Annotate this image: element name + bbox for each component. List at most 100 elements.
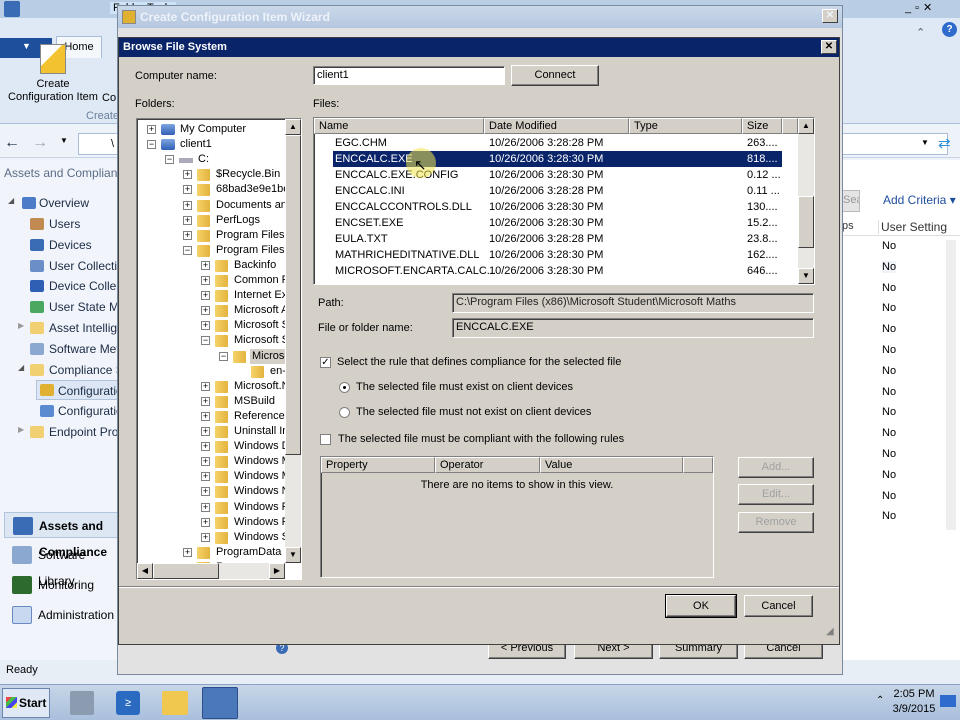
scroll-up-button[interactable]: ▲ [798, 118, 814, 134]
expand-icon[interactable]: + [201, 457, 210, 467]
folder-tree-node[interactable]: + Windows Sid [137, 530, 298, 545]
scroll-left-button[interactable]: ◀ [137, 563, 153, 579]
create-configuration-item-button[interactable]: Create Configuration Item [4, 44, 102, 104]
rule-checkbox-label[interactable]: Select the rule that defines compliance … [337, 356, 621, 368]
expand-icon[interactable]: + [183, 200, 192, 210]
scroll-up-button[interactable]: ▲ [285, 119, 301, 135]
collapse-icon[interactable]: − [147, 140, 156, 150]
folder-tree-node[interactable]: − Program Files (x8 [137, 243, 301, 258]
ribbon-partial-button[interactable]: Co [102, 92, 116, 104]
file-row[interactable]: ENCCALC.EXE.CONFIG 10/26/2006 3:28:30 PM… [333, 167, 782, 183]
scroll-down-button[interactable]: ▼ [285, 547, 301, 563]
file-row[interactable]: MICROSOFT.ENCARTA.CALC... 10/26/2006 3:2… [333, 263, 782, 279]
expand-icon[interactable]: + [201, 276, 210, 285]
folder-tree-node[interactable]: + Windows Ph [137, 500, 295, 515]
tree-item-devices[interactable]: Devices [49, 238, 92, 252]
connect-button[interactable]: Connect [511, 65, 599, 86]
folder-tree-node[interactable]: + My Computer [137, 122, 285, 137]
collapsed-arrow-icon[interactable]: ▶ [18, 321, 24, 330]
tree-item-configuration-items[interactable]: Configuration Items [58, 384, 118, 398]
collapse-ribbon-icon[interactable]: ⌃ [916, 26, 925, 39]
dialog-close-button[interactable]: ✕ [821, 40, 837, 54]
compliant-rules-checkbox[interactable] [320, 434, 331, 445]
window-controls[interactable]: _▫✕ [905, 1, 960, 14]
expand-icon[interactable]: + [201, 532, 210, 542]
column-header-value[interactable]: Value [540, 457, 683, 473]
clock-time[interactable]: 2:05 PM [892, 688, 936, 700]
edit-button[interactable]: Edit... [738, 484, 814, 505]
tree-item-software-metering[interactable]: Software Metering [49, 342, 118, 356]
history-dropdown-icon[interactable]: ▼ [60, 136, 68, 145]
folder-tree-node[interactable]: + Reference A [137, 409, 295, 424]
folder-tree-node[interactable]: − Microsoft [137, 348, 299, 364]
cancel-button[interactable]: Cancel [744, 595, 813, 617]
column-header-size[interactable]: Size [742, 118, 782, 134]
expanded-arrow-icon[interactable]: ◢ [18, 363, 24, 372]
collapse-icon[interactable]: − [183, 245, 192, 255]
server-manager-icon[interactable] [70, 691, 94, 715]
radio-must-not-exist[interactable] [339, 407, 350, 418]
expand-icon[interactable]: + [201, 487, 210, 497]
radio-must-exist-label[interactable]: The selected file must exist on client d… [356, 381, 573, 393]
tree-item-users[interactable]: Users [49, 217, 80, 231]
add-criteria-button[interactable]: Add Criteria ▾ [883, 193, 956, 207]
expand-icon[interactable]: + [201, 306, 210, 316]
tree-item-device-collections[interactable]: Device Collections [49, 279, 118, 293]
folder-tree-node[interactable]: + ProgramData [137, 545, 285, 560]
remove-button[interactable]: Remove [738, 512, 814, 533]
workspace-monitoring[interactable]: Monitoring [4, 572, 118, 598]
expand-icon[interactable]: + [183, 185, 192, 195]
folder-tree-node[interactable]: + Documents and [137, 198, 293, 213]
expand-icon[interactable]: + [201, 442, 210, 452]
workspace-administration[interactable]: Administration [4, 602, 118, 628]
folder-tree-node[interactable]: − C: [137, 152, 285, 167]
scroll-thumb[interactable] [798, 196, 814, 248]
expand-icon[interactable]: + [183, 170, 192, 180]
expanded-arrow-icon[interactable]: ◢ [8, 196, 14, 205]
folder-tree-node[interactable]: − client1 [137, 137, 285, 152]
show-hidden-icons[interactable]: ⌃ [876, 695, 884, 706]
folder-tree[interactable]: + My Computer − client1− C: + $Recycle.Bin +68b… [136, 118, 302, 580]
scroll-thumb[interactable] [153, 563, 219, 579]
tree-horizontal-scrollbar[interactable]: ◀ ▶ [137, 563, 285, 579]
folder-tree-node[interactable]: + Windows Me [137, 469, 297, 484]
folder-tree-node[interactable]: en-G [137, 364, 294, 379]
folder-tree-node[interactable]: + Microsoft.NE [137, 379, 297, 394]
back-arrow-icon[interactable]: ← [4, 134, 28, 154]
file-row[interactable]: ENCCALC.EXE 10/26/2006 3:28:30 PM 818...… [332, 150, 783, 168]
workspace-software-library[interactable]: Software Library [4, 542, 118, 588]
tree-item-user-collections[interactable]: User Collections [49, 259, 118, 273]
radio-must-exist[interactable] [339, 382, 350, 393]
clock-date[interactable]: 3/9/2015 [892, 703, 936, 715]
scroll-right-button[interactable]: ▶ [269, 563, 285, 579]
column-header-name[interactable]: Name [314, 118, 484, 134]
folder-tree-node[interactable]: + Uninstall Info [137, 424, 298, 439]
files-vertical-scrollbar[interactable]: ▲ ▼ [798, 118, 814, 284]
powershell-icon[interactable]: ≥ [116, 691, 140, 715]
rule-checkbox[interactable]: ✓ [320, 357, 331, 368]
column-header-user-setting[interactable]: User Setting [878, 220, 947, 234]
ok-button[interactable]: OK [665, 594, 737, 618]
workspace-assets-and-compliance[interactable]: Assets and Compliance [4, 512, 118, 559]
explorer-icon[interactable] [162, 691, 188, 715]
expand-icon[interactable]: + [183, 547, 192, 557]
expand-icon[interactable]: + [201, 260, 210, 270]
file-row[interactable]: EULA.TXT 10/26/2006 3:28:28 PM 23.8... [333, 231, 782, 247]
show-desktop-icon[interactable] [940, 695, 956, 707]
folder-tree-node[interactable]: + Microsoft App [137, 303, 301, 318]
results-scrollbar[interactable] [946, 240, 956, 530]
computer-name-input[interactable]: client1 [313, 66, 505, 85]
tree-item-compliance-settings[interactable]: Compliance Settings [49, 363, 118, 377]
file-row[interactable]: ENCCALC.INI 10/26/2006 3:28:28 PM 0.11 .… [333, 183, 782, 199]
folder-tree-node[interactable]: + Microsoft Silv [137, 318, 299, 333]
column-header-date-modified[interactable]: Date Modified [484, 118, 629, 134]
file-row[interactable]: ENCCALCCONTROLS.DLL 10/26/2006 3:28:30 P… [333, 199, 782, 215]
radio-must-not-exist-label[interactable]: The selected file must not exist on clie… [356, 406, 591, 418]
expand-icon[interactable]: + [183, 215, 192, 225]
folder-tree-node[interactable]: + Windows NT [137, 484, 296, 499]
expand-icon[interactable]: + [201, 291, 210, 301]
expand-icon[interactable]: + [201, 517, 210, 527]
compliant-rules-checkbox-label[interactable]: The selected file must be compliant with… [338, 433, 624, 445]
scroll-thumb[interactable] [285, 135, 301, 455]
folder-tree-node[interactable]: + Windows De [137, 439, 296, 454]
